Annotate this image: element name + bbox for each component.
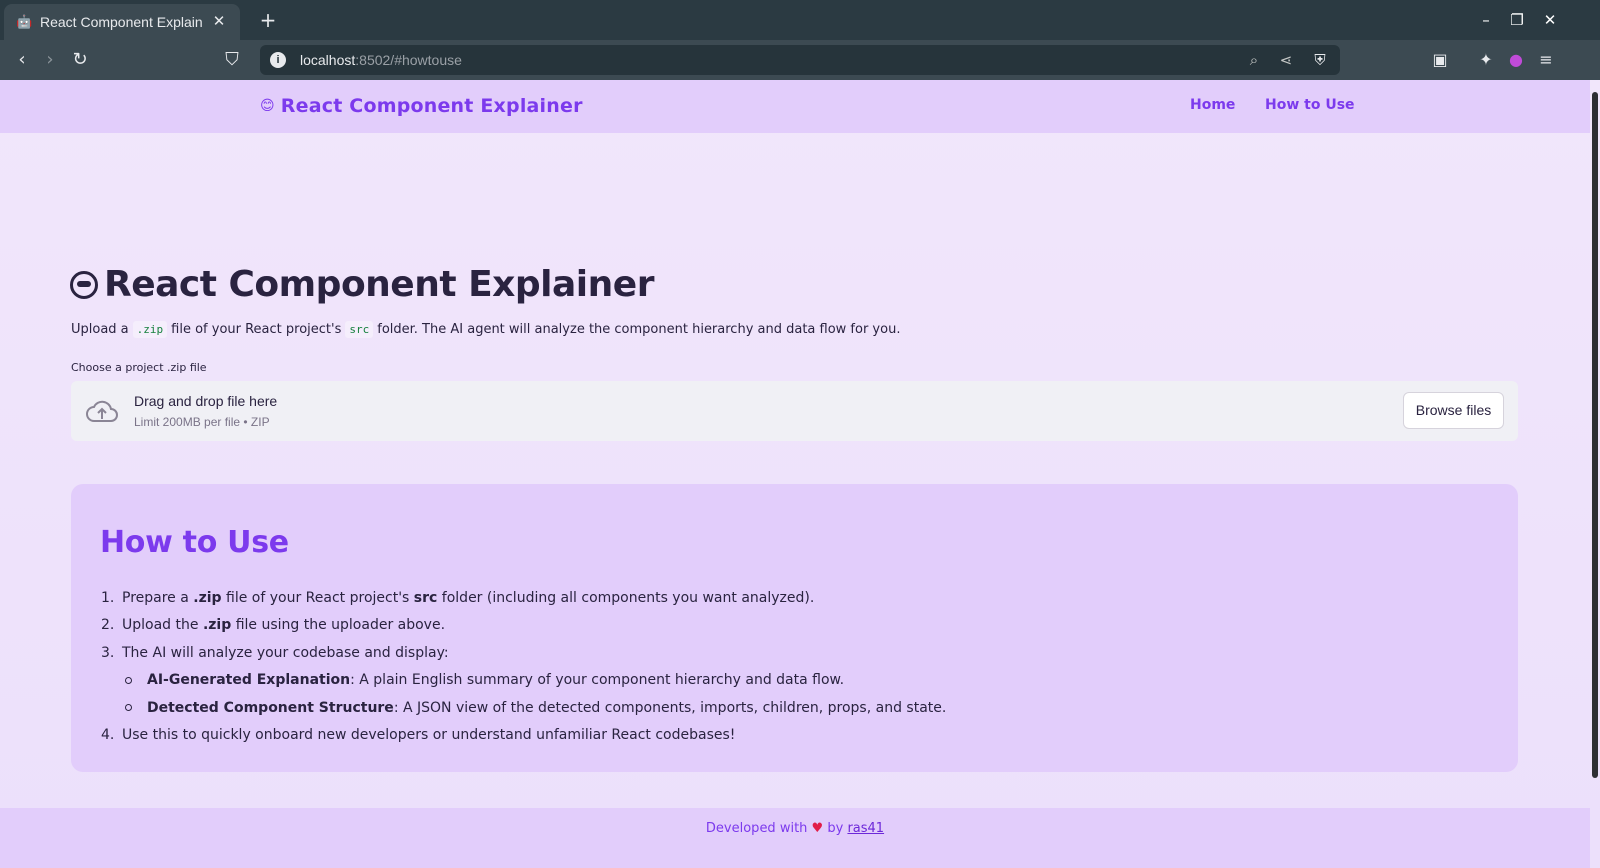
- list-item: 2. Upload the .zip file using the upload…: [101, 617, 446, 634]
- browser-tab-bar: 🤖 React Component Explain ✕ + – ❐ ✕: [0, 0, 1600, 40]
- list-subitem: Detected Component Structure: A JSON vie…: [101, 694, 946, 722]
- browse-files-button[interactable]: Browse files: [1403, 392, 1504, 429]
- back-icon[interactable]: ‹: [10, 48, 34, 72]
- how-to-use-title: How to Use: [100, 525, 289, 560]
- robot-face-icon: [70, 270, 98, 299]
- list-subitem: AI-Generated Explanation: A plain Englis…: [101, 667, 946, 695]
- how-to-use-card: How to Use 1. Prepare a .zip file of you…: [71, 484, 1518, 772]
- url-text: localhost:8502/#howtouse: [300, 52, 462, 68]
- steps-list: 1. Prepare a .zip file of your React pro…: [101, 584, 946, 749]
- page-title: React Component Explainer: [70, 264, 654, 305]
- list-item: 3. The AI will analyze your codebase and…: [101, 644, 449, 661]
- close-icon[interactable]: ✕: [210, 13, 228, 31]
- info-icon[interactable]: i: [270, 52, 286, 68]
- footer: Developed with ♥ by ras41: [0, 808, 1590, 868]
- nav-how-to-use[interactable]: How to Use: [1265, 97, 1355, 113]
- nav-home[interactable]: Home: [1190, 97, 1235, 113]
- shield-icon[interactable]: ⛨: [1308, 45, 1332, 75]
- code-src: src: [345, 321, 374, 338]
- tab-title: React Component Explain: [40, 14, 203, 30]
- cloud-upload-icon: [86, 400, 118, 422]
- author-link[interactable]: ras41: [847, 821, 884, 836]
- bookmark-icon[interactable]: ⛉: [220, 48, 244, 72]
- scrollbar[interactable]: [1592, 92, 1598, 778]
- list-item: 4. Use this to quickly onboard new devel…: [101, 727, 736, 744]
- profile-icon[interactable]: ●: [1504, 48, 1528, 72]
- sparkle-icon[interactable]: ✦: [1474, 48, 1498, 72]
- browser-tab[interactable]: 🤖 React Component Explain ✕: [4, 4, 240, 40]
- heart-icon: ♥: [811, 821, 824, 836]
- zoom-icon[interactable]: ⌕: [1242, 45, 1266, 75]
- dropzone-limit: Limit 200MB per file • ZIP: [134, 415, 270, 429]
- robot-icon: 🤖: [16, 14, 33, 29]
- address-bar[interactable]: i localhost:8502/#howtouse ⌕ ⋖ ⛨: [260, 45, 1340, 75]
- plus-icon[interactable]: +: [256, 8, 280, 32]
- page-viewport: 😊 React Component Explainer Home How to …: [0, 80, 1600, 868]
- list-item: 1. Prepare a .zip file of your React pro…: [101, 589, 815, 606]
- reload-icon[interactable]: ↻: [68, 48, 92, 72]
- circle-bullet-icon: [125, 676, 132, 684]
- smiley-icon: 😊: [260, 98, 275, 114]
- app-header: 😊 React Component Explainer Home How to …: [0, 80, 1590, 133]
- minimize-icon[interactable]: –: [1474, 8, 1498, 32]
- forward-icon[interactable]: ›: [38, 48, 62, 72]
- brand-text: React Component Explainer: [280, 95, 583, 117]
- code-zip: .zip: [132, 321, 168, 338]
- intro-text: Upload a .zip file of your React project…: [71, 321, 901, 338]
- page-title-text: React Component Explainer: [104, 264, 654, 305]
- restore-icon[interactable]: ❐: [1505, 8, 1529, 32]
- sidebar-icon[interactable]: ▣: [1428, 48, 1452, 72]
- share-icon[interactable]: ⋖: [1274, 45, 1298, 75]
- footer-text: Developed with ♥ by ras41: [705, 821, 885, 836]
- close-window-icon[interactable]: ✕: [1538, 8, 1562, 32]
- menu-icon[interactable]: ≡: [1534, 48, 1558, 72]
- dropzone-title: Drag and drop file here: [134, 393, 278, 409]
- upload-label: Choose a project .zip file: [71, 361, 207, 374]
- file-dropzone[interactable]: Drag and drop file here Limit 200MB per …: [71, 381, 1518, 441]
- circle-bullet-icon: [125, 704, 132, 712]
- brand-link[interactable]: 😊 React Component Explainer: [260, 95, 583, 117]
